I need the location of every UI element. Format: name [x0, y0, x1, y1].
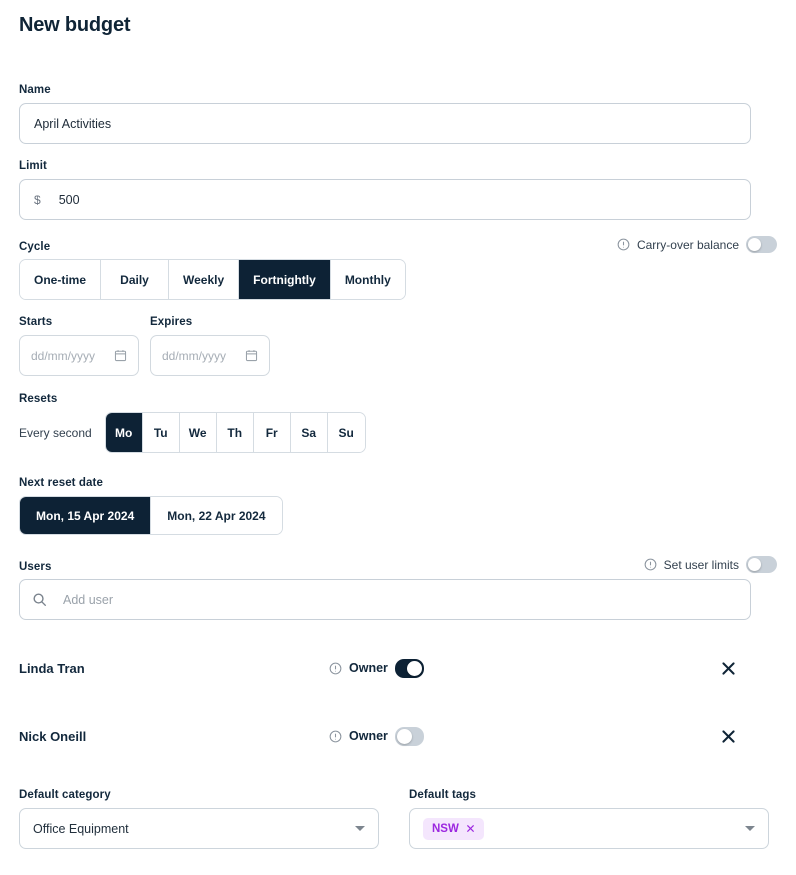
set-user-limits-control[interactable]: Set user limits: [644, 556, 777, 573]
currency-prefix: $: [34, 193, 41, 207]
reset-day-th[interactable]: Th: [217, 413, 254, 452]
add-user-search-input[interactable]: Add user: [19, 579, 751, 620]
starts-placeholder: dd/mm/yyyy: [31, 349, 95, 363]
new-budget-form: New budget Name April Activities Limit $…: [0, 0, 796, 875]
next-reset-date-group: Next reset date Mon, 15 Apr 2024 Mon, 22…: [19, 477, 777, 535]
cycle-option-daily[interactable]: Daily: [101, 260, 169, 299]
cycle-segmented-control[interactable]: One-time Daily Weekly Fortnightly Monthl…: [19, 259, 406, 300]
cycle-option-weekly[interactable]: Weekly: [169, 260, 239, 299]
owner-control[interactable]: Owner: [329, 727, 424, 746]
reset-day-fr[interactable]: Fr: [254, 413, 291, 452]
reset-day-su[interactable]: Su: [328, 413, 365, 452]
chevron-down-icon[interactable]: [355, 826, 365, 831]
chevron-down-icon[interactable]: [745, 826, 755, 831]
user-name: Linda Tran: [19, 661, 329, 676]
limit-input-value: 500: [59, 193, 80, 207]
default-category-value: Office Equipment: [33, 822, 129, 836]
cycle-group: Cycle Carry-over balance One-time Daily …: [19, 236, 777, 300]
next-reset-option-1[interactable]: Mon, 15 Apr 2024: [20, 497, 151, 534]
carry-over-balance-toggle[interactable]: [746, 236, 777, 253]
resets-day-segmented-control[interactable]: Mo Tu We Th Fr Sa Su: [105, 412, 366, 453]
name-field-group: Name April Activities: [19, 84, 777, 144]
date-range-group: Starts dd/mm/yyyy Expires dd/mm/yyyy: [19, 316, 777, 376]
search-icon: [32, 592, 47, 607]
reset-day-tu[interactable]: Tu: [143, 413, 180, 452]
tag-label: NSW: [432, 823, 459, 835]
default-category-select[interactable]: Office Equipment: [19, 808, 379, 849]
next-reset-option-2[interactable]: Mon, 22 Apr 2024: [151, 497, 281, 534]
next-reset-date-segmented-control[interactable]: Mon, 15 Apr 2024 Mon, 22 Apr 2024: [19, 496, 283, 535]
info-circle-icon: [644, 558, 657, 571]
cycle-label: Cycle: [19, 241, 50, 253]
cycle-option-monthly[interactable]: Monthly: [331, 260, 405, 299]
name-input[interactable]: April Activities: [19, 103, 751, 144]
table-row: Nick Oneill Owner: [19, 716, 777, 756]
cycle-option-fortnightly[interactable]: Fortnightly: [239, 260, 331, 299]
owner-label: Owner: [349, 661, 388, 675]
tag-chip[interactable]: NSW: [423, 818, 484, 840]
starts-date-input[interactable]: dd/mm/yyyy: [19, 335, 139, 376]
expires-label: Expires: [150, 316, 270, 328]
next-reset-date-label: Next reset date: [19, 477, 777, 489]
name-label: Name: [19, 84, 777, 96]
table-row: Linda Tran Owner: [19, 648, 777, 688]
info-circle-icon: [329, 662, 342, 675]
resets-label: Resets: [19, 393, 777, 405]
starts-field-group: Starts dd/mm/yyyy: [19, 316, 139, 376]
expires-field-group: Expires dd/mm/yyyy: [150, 316, 270, 376]
user-name: Nick Oneill: [19, 729, 329, 744]
default-tags-select[interactable]: NSW: [409, 808, 769, 849]
default-tags-group: Default tags NSW: [409, 789, 769, 849]
starts-label: Starts: [19, 316, 139, 328]
calendar-icon[interactable]: [114, 349, 127, 362]
info-circle-icon: [617, 238, 630, 251]
info-circle-icon: [329, 730, 342, 743]
close-icon[interactable]: [720, 728, 737, 745]
limit-label: Limit: [19, 160, 777, 172]
default-category-group: Default category Office Equipment: [19, 789, 379, 849]
owner-toggle[interactable]: [395, 727, 424, 746]
expires-placeholder: dd/mm/yyyy: [162, 349, 226, 363]
close-icon[interactable]: [466, 824, 475, 833]
cycle-option-one-time[interactable]: One-time: [20, 260, 101, 299]
limit-input[interactable]: $ 500: [19, 179, 751, 220]
limit-field-group: Limit $ 500: [19, 160, 777, 220]
owner-toggle[interactable]: [395, 659, 424, 678]
users-label: Users: [19, 561, 51, 573]
reset-day-mo[interactable]: Mo: [106, 413, 143, 452]
add-user-placeholder: Add user: [63, 593, 113, 607]
page-title: New budget: [19, 0, 777, 37]
owner-label: Owner: [349, 729, 388, 743]
carry-over-balance-control[interactable]: Carry-over balance: [617, 236, 777, 253]
set-user-limits-label: Set user limits: [664, 558, 739, 572]
name-input-value: April Activities: [34, 117, 111, 131]
reset-day-sa[interactable]: Sa: [291, 413, 328, 452]
default-category-label: Default category: [19, 789, 379, 801]
calendar-icon[interactable]: [245, 349, 258, 362]
expires-date-input[interactable]: dd/mm/yyyy: [150, 335, 270, 376]
users-group: Users Set user limits Add user: [19, 556, 777, 620]
set-user-limits-toggle[interactable]: [746, 556, 777, 573]
owner-control[interactable]: Owner: [329, 659, 424, 678]
reset-day-we[interactable]: We: [180, 413, 217, 452]
close-icon[interactable]: [720, 660, 737, 677]
default-tags-label: Default tags: [409, 789, 769, 801]
defaults-group: Default category Office Equipment Defaul…: [19, 789, 777, 849]
resets-prefix-text: Every second: [19, 426, 92, 440]
resets-group: Resets Every second Mo Tu We Th Fr Sa Su: [19, 393, 777, 453]
carry-over-balance-label: Carry-over balance: [637, 238, 739, 252]
